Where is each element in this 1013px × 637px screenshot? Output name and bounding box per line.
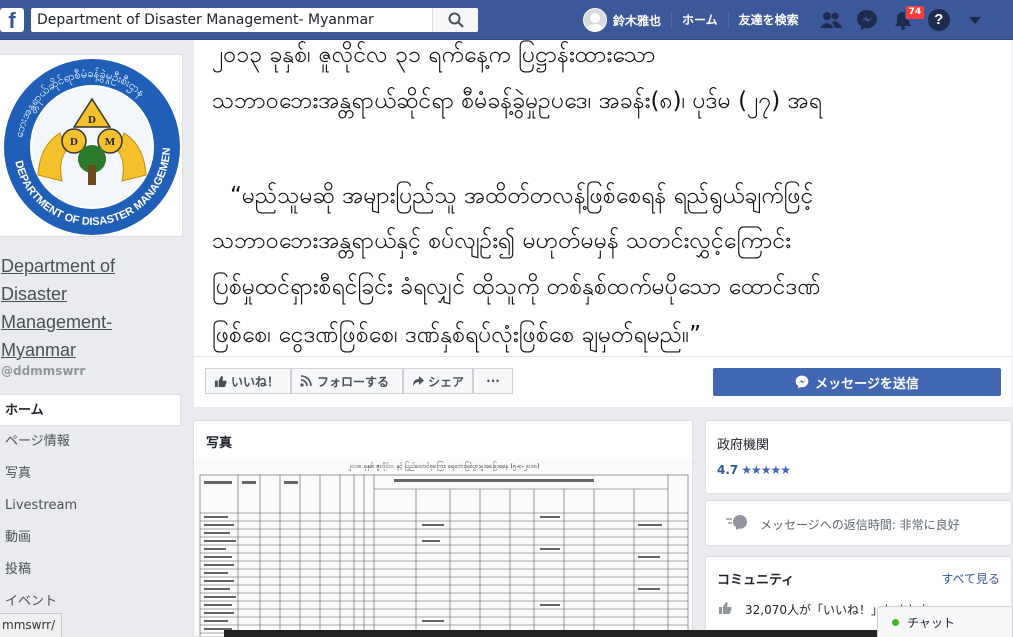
share-icon: [412, 376, 424, 386]
thumbs-up-icon: [214, 375, 227, 387]
avatar: [583, 8, 607, 32]
chat-tab[interactable]: チャット: [877, 606, 1013, 637]
sidebar-item-photos[interactable]: 写真: [0, 458, 181, 490]
page-rating[interactable]: 4.7 ★★★★★: [717, 463, 791, 477]
page-name-link[interactable]: Department of Disaster Management-Myanma…: [1, 252, 181, 364]
sidebar-item-videos[interactable]: 動画: [0, 522, 181, 554]
nav-find-friends-link[interactable]: 友達を検索: [727, 11, 809, 29]
search-box: [31, 8, 478, 32]
response-time-card: メッセージへの返信時間: 非常に良好: [705, 500, 1012, 546]
left-column: ဘေးအန္တရာယ်ဆိုင်ရာစီမံခန့်ခွဲမှုဦးစီးဌာန…: [0, 40, 184, 637]
see-all-link[interactable]: すべて見る: [941, 570, 1000, 587]
sidebar-item-about[interactable]: ページ情報: [0, 426, 181, 458]
chat-label: チャット: [907, 615, 955, 630]
messenger-response-icon: [726, 515, 747, 530]
cover-text-line: သဘာဝဘေးအန္တရာယ်နှင့် စပ်လျဉ်း၍ မဟုတ်မမှန…: [212, 228, 792, 254]
document-photo: ၂၀၁၈ ခုနှစ်၊ ဇူလိုင်လ နှင့် ပြည်ထောင်စုက…: [194, 459, 692, 636]
online-status-icon: [892, 618, 899, 626]
photos-title: 写真: [206, 436, 233, 451]
profile-link[interactable]: 鈴木雅也: [583, 0, 671, 40]
document-heading: ၂၀၁၈ ခုနှစ်၊ ဇူလိုင်လ နှင့် ပြည်ထောင်စုက…: [349, 461, 540, 471]
like-button[interactable]: いいね！: [205, 368, 291, 394]
cover-text-line: ဖြစ်စေ၊ ငွေဒဏ်ဖြစ်စေ၊ ဒဏ်နှစ်ရပ်လုံးဖြစ်…: [212, 322, 702, 348]
star-rating-icon: ★★★★★: [741, 463, 791, 477]
cover-text-line: သဘာဝဘေးအန္တရာယ်ဆိုင်ရာ စီမံခန့်ခွဲမှုဥပဒ…: [212, 88, 822, 114]
photos-card: 写真 ၂၀၁၈ ခုနှစ်၊ ဇူလိုင်လ နှင့် ပြည်ထောင်…: [193, 420, 693, 637]
follow-button[interactable]: フォローする: [291, 368, 403, 394]
thumbs-up-icon: [719, 602, 732, 614]
send-message-label: メッセージを送信: [815, 376, 919, 392]
share-button[interactable]: シェア: [403, 368, 473, 394]
rss-icon: [300, 375, 312, 387]
more-options-button[interactable]: ···: [473, 368, 513, 394]
search-button[interactable]: [432, 8, 478, 32]
sidebar-item-livestream[interactable]: Livestream: [0, 490, 181, 522]
page-action-bar: いいね！ フォローする シェア ··· メッセージを送信: [194, 356, 1012, 407]
profile-name: 鈴木雅也: [613, 13, 662, 28]
svg-text:M: M: [105, 136, 116, 148]
cover-text-line: ပြစ်မှုထင်ရှားစီရင်ခြင်း ခံရလျှင် ထိုသူက…: [212, 274, 821, 300]
page-handle: @ddmmswrr: [1, 364, 86, 378]
community-title: コミュニティ: [717, 573, 795, 588]
bottom-overlay-bar: [224, 630, 884, 637]
svg-text:D: D: [70, 136, 78, 148]
search-input[interactable]: [37, 8, 427, 32]
chevron-down-icon: [968, 16, 981, 24]
svg-text:D: D: [88, 114, 96, 126]
page-info-card: 政府機関 4.7 ★★★★★: [705, 420, 1012, 494]
send-message-button[interactable]: メッセージを送信: [713, 368, 1001, 396]
photo-thumbnail[interactable]: ၂၀၁၈ ခုနှစ်၊ ဇူလိုင်လ နှင့် ပြည်ထောင်စုက…: [194, 459, 692, 636]
friends-icon: [819, 12, 842, 28]
more-icon: ···: [486, 374, 500, 388]
help-button[interactable]: ?: [921, 0, 957, 40]
messenger-icon: [856, 10, 877, 30]
messenger-icon: [795, 375, 809, 389]
ddm-logo-icon: ဘေးအန္တရာယ်ဆိုင်ရာစီမံခန့်ခွဲမှုဦးစီးဌာန…: [0, 55, 180, 235]
nav-home-link[interactable]: ホーム: [671, 11, 728, 29]
notifications-button[interactable]: 74: [885, 0, 926, 40]
nav-right: 鈴木雅也 ホーム 友達を検索 74 ?: [583, 0, 993, 40]
facebook-logo-icon[interactable]: f: [0, 8, 24, 32]
follow-label: フォローする: [317, 374, 390, 389]
friend-requests-button[interactable]: [813, 0, 849, 40]
page-profile-picture[interactable]: ဘေးအန္တရာယ်ဆိုင်ရာစီမံခန့်ခွဲမှုဦးစီးဌာန…: [0, 54, 183, 237]
rating-value: 4.7: [717, 463, 739, 477]
search-icon: [448, 12, 464, 28]
response-time-text: メッセージへの返信時間: 非常に良好: [760, 518, 960, 532]
help-icon: ?: [927, 9, 950, 31]
page-side-nav: ホーム ページ情報 写真 Livestream 動画 投稿 イベント: [0, 394, 181, 618]
cover-photo[interactable]: ၂၀၁၃ ခုနှစ်၊ ဇူလိုင်လ ၃၁ ရက်နေ့က ပြဋ္ဌာန…: [194, 40, 1012, 356]
page-category[interactable]: 政府機関: [717, 434, 790, 453]
sidebar-item-home[interactable]: ホーム: [0, 394, 181, 426]
messenger-button[interactable]: [849, 0, 885, 40]
cover-text-line: “မည်သူမဆို အများပြည်သူ အထိတ်တလန့်ဖြစ်စေရ…: [230, 183, 814, 209]
status-bar-url: mmswrr/: [0, 613, 63, 637]
top-navigation-bar: f 鈴木雅也 ホーム 友達を検索 74 ?: [0, 0, 1013, 40]
like-label: いいね！: [231, 374, 280, 389]
cover-text-line: ၂၀၁၃ ခုနှစ်၊ ဇူလိုင်လ ၃၁ ရက်နေ့က ပြဋ္ဌာန…: [212, 42, 656, 68]
sidebar-item-posts[interactable]: 投稿: [0, 554, 181, 586]
share-label: シェア: [427, 374, 464, 389]
account-menu-button[interactable]: [957, 0, 993, 40]
